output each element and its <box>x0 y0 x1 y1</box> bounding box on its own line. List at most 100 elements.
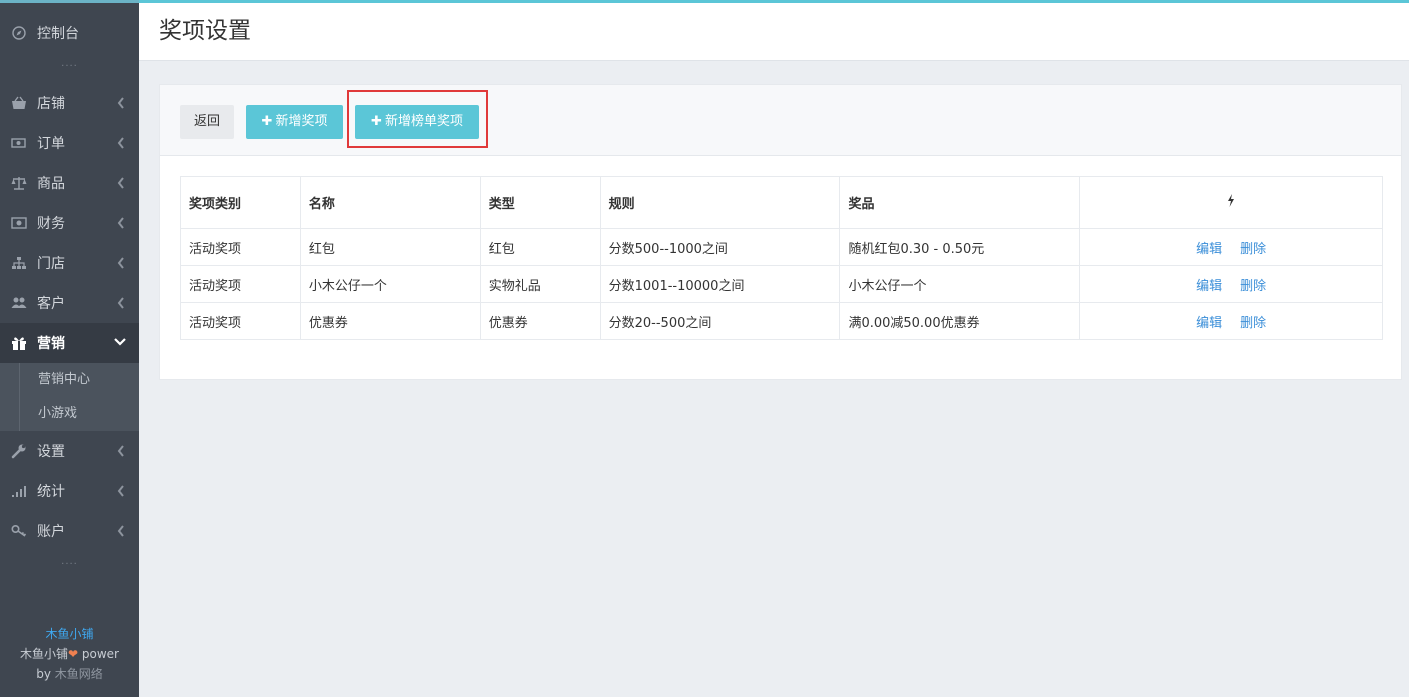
cell-type: 优惠券 <box>479 302 601 340</box>
cell-actions: 编辑 删除 <box>1079 228 1383 266</box>
top-accent-bar <box>0 0 1409 3</box>
chevron-down-icon <box>114 338 126 346</box>
sidebar-item-dashboard[interactable]: 控制台 <box>0 13 139 53</box>
sidebar-item-label: 账户 <box>37 524 65 540</box>
cell-type: 红包 <box>479 228 601 266</box>
footer-brand[interactable]: 木鱼小铺 <box>0 624 139 644</box>
users-icon <box>10 295 28 311</box>
cell-prize: 满0.00减50.00优惠券 <box>839 302 1081 340</box>
sidebar-item-outlets[interactable]: 门店 <box>0 243 139 283</box>
sidebar-item-label: 商品 <box>37 176 65 192</box>
cell-rule: 分数500--1000之间 <box>599 228 841 266</box>
signal-icon <box>10 483 28 499</box>
chevron-left-icon <box>117 485 124 497</box>
back-button[interactable]: 返回 <box>180 105 234 139</box>
chevron-left-icon <box>117 257 124 269</box>
cell-rule: 分数1001--10000之间 <box>599 265 841 303</box>
column-header-category: 奖项类别 <box>180 176 301 229</box>
page-header: 奖项设置 <box>139 3 1409 61</box>
table-row: 活动奖项 红包 红包 分数500--1000之间 随机红包0.30 - 0.50… <box>180 228 1383 266</box>
table-row: 活动奖项 优惠券 优惠券 分数20--500之间 满0.00减50.00优惠券 … <box>180 302 1383 340</box>
sidebar-item-label: 设置 <box>37 444 65 460</box>
cell-rule: 分数20--500之间 <box>599 302 841 340</box>
cell-actions: 编辑 删除 <box>1079 302 1383 340</box>
chevron-left-icon <box>117 97 124 109</box>
plus-icon: ✚ <box>261 114 273 129</box>
cell-prize: 随机红包0.30 - 0.50元 <box>839 228 1081 266</box>
footer-by-text: by <box>36 667 55 681</box>
toolbar: 返回 ✚ 新增奖项 ✚ 新增榜单奖项 <box>160 85 1401 156</box>
cell-category: 活动奖项 <box>180 265 301 303</box>
sidebar-divider-dots: .... <box>61 556 78 567</box>
wrench-icon <box>10 443 28 459</box>
delete-link[interactable]: 删除 <box>1240 279 1266 294</box>
edit-link[interactable]: 编辑 <box>1196 279 1222 294</box>
edit-link[interactable]: 编辑 <box>1196 242 1222 257</box>
sidebar-item-finance[interactable]: 财务 <box>0 203 139 243</box>
sidebar-item-settings[interactable]: 设置 <box>0 431 139 471</box>
sidebar-divider-dots: .... <box>61 58 78 69</box>
add-prize-button[interactable]: ✚ 新增奖项 <box>246 105 343 139</box>
money-icon <box>10 215 28 231</box>
footer-company-link[interactable]: 木鱼网络 <box>55 667 103 681</box>
column-header-name: 名称 <box>299 176 481 229</box>
sidebar-item-order[interactable]: 订单 <box>0 123 139 163</box>
key-icon <box>10 523 28 539</box>
chevron-left-icon <box>117 177 124 189</box>
sidebar-item-label: 财务 <box>37 216 65 232</box>
cell-name: 小木公仔一个 <box>299 265 481 303</box>
sidebar-item-label: 门店 <box>37 256 65 272</box>
chevron-left-icon <box>117 217 124 229</box>
sidebar-item-marketing[interactable]: 营销 <box>0 323 139 363</box>
footer-brand-text: 木鱼小铺 <box>20 647 69 661</box>
chevron-left-icon <box>117 445 124 457</box>
heart-icon: ❤ <box>68 647 79 661</box>
scale-icon <box>10 175 28 191</box>
page-title: 奖项设置 <box>159 18 251 44</box>
order-icon <box>10 135 28 151</box>
chevron-left-icon <box>117 137 124 149</box>
table-row: 活动奖项 小木公仔一个 实物礼品 分数1001--10000之间 小木公仔一个 … <box>180 265 1383 303</box>
gift-icon <box>10 335 28 351</box>
marketing-submenu: 营销中心 小游戏 <box>0 363 139 431</box>
cell-category: 活动奖项 <box>180 228 301 266</box>
sidebar-item-customers[interactable]: 客户 <box>0 283 139 323</box>
dashboard-icon <box>10 25 28 41</box>
sidebar-item-account[interactable]: 账户 <box>0 511 139 551</box>
sidebar-item-goods[interactable]: 商品 <box>0 163 139 203</box>
add-prize-label: 新增奖项 <box>275 114 328 129</box>
cell-name: 优惠券 <box>299 302 481 340</box>
basket-icon <box>10 95 28 111</box>
footer-power-text: power <box>78 647 119 661</box>
footer-by-line: by 木鱼网络 <box>0 664 139 684</box>
sitemap-icon <box>10 255 28 271</box>
sidebar-item-label: 统计 <box>37 484 65 500</box>
submenu-item-marketing-center[interactable]: 营销中心 <box>38 363 90 397</box>
cell-type: 实物礼品 <box>479 265 601 303</box>
sidebar-item-label: 店铺 <box>37 96 65 112</box>
delete-link[interactable]: 删除 <box>1240 242 1266 257</box>
sidebar-item-store[interactable]: 店铺 <box>0 83 139 123</box>
chevron-left-icon <box>117 297 124 309</box>
sidebar-item-label: 控制台 <box>37 26 79 42</box>
sidebar-item-label: 营销 <box>37 336 65 352</box>
chevron-left-icon <box>117 525 124 537</box>
cell-name: 红包 <box>299 228 481 266</box>
submenu-item-mini-games[interactable]: 小游戏 <box>38 397 77 431</box>
column-header-type: 类型 <box>479 176 601 229</box>
prize-table: 奖项类别 名称 类型 规则 奖品 活动奖项 红包 红包 分数500--1000之… <box>180 176 1383 340</box>
cell-prize: 小木公仔一个 <box>839 265 1081 303</box>
content-panel: 返回 ✚ 新增奖项 ✚ 新增榜单奖项 奖项类别 名称 类型 规则 奖品 活动奖项… <box>159 84 1402 380</box>
column-header-prize: 奖品 <box>839 176 1081 229</box>
sidebar-item-statistics[interactable]: 统计 <box>0 471 139 511</box>
highlight-box <box>347 90 488 148</box>
cell-category: 活动奖项 <box>180 302 301 340</box>
sidebar-footer: 木鱼小铺 木鱼小铺❤ power by 木鱼网络 <box>0 624 139 684</box>
cell-actions: 编辑 删除 <box>1079 265 1383 303</box>
edit-link[interactable]: 编辑 <box>1196 316 1222 331</box>
table-header-row: 奖项类别 名称 类型 规则 奖品 <box>180 176 1383 229</box>
sidebar-item-label: 订单 <box>37 136 65 152</box>
delete-link[interactable]: 删除 <box>1240 316 1266 331</box>
column-header-rule: 规则 <box>599 176 841 229</box>
column-header-actions <box>1079 176 1383 229</box>
